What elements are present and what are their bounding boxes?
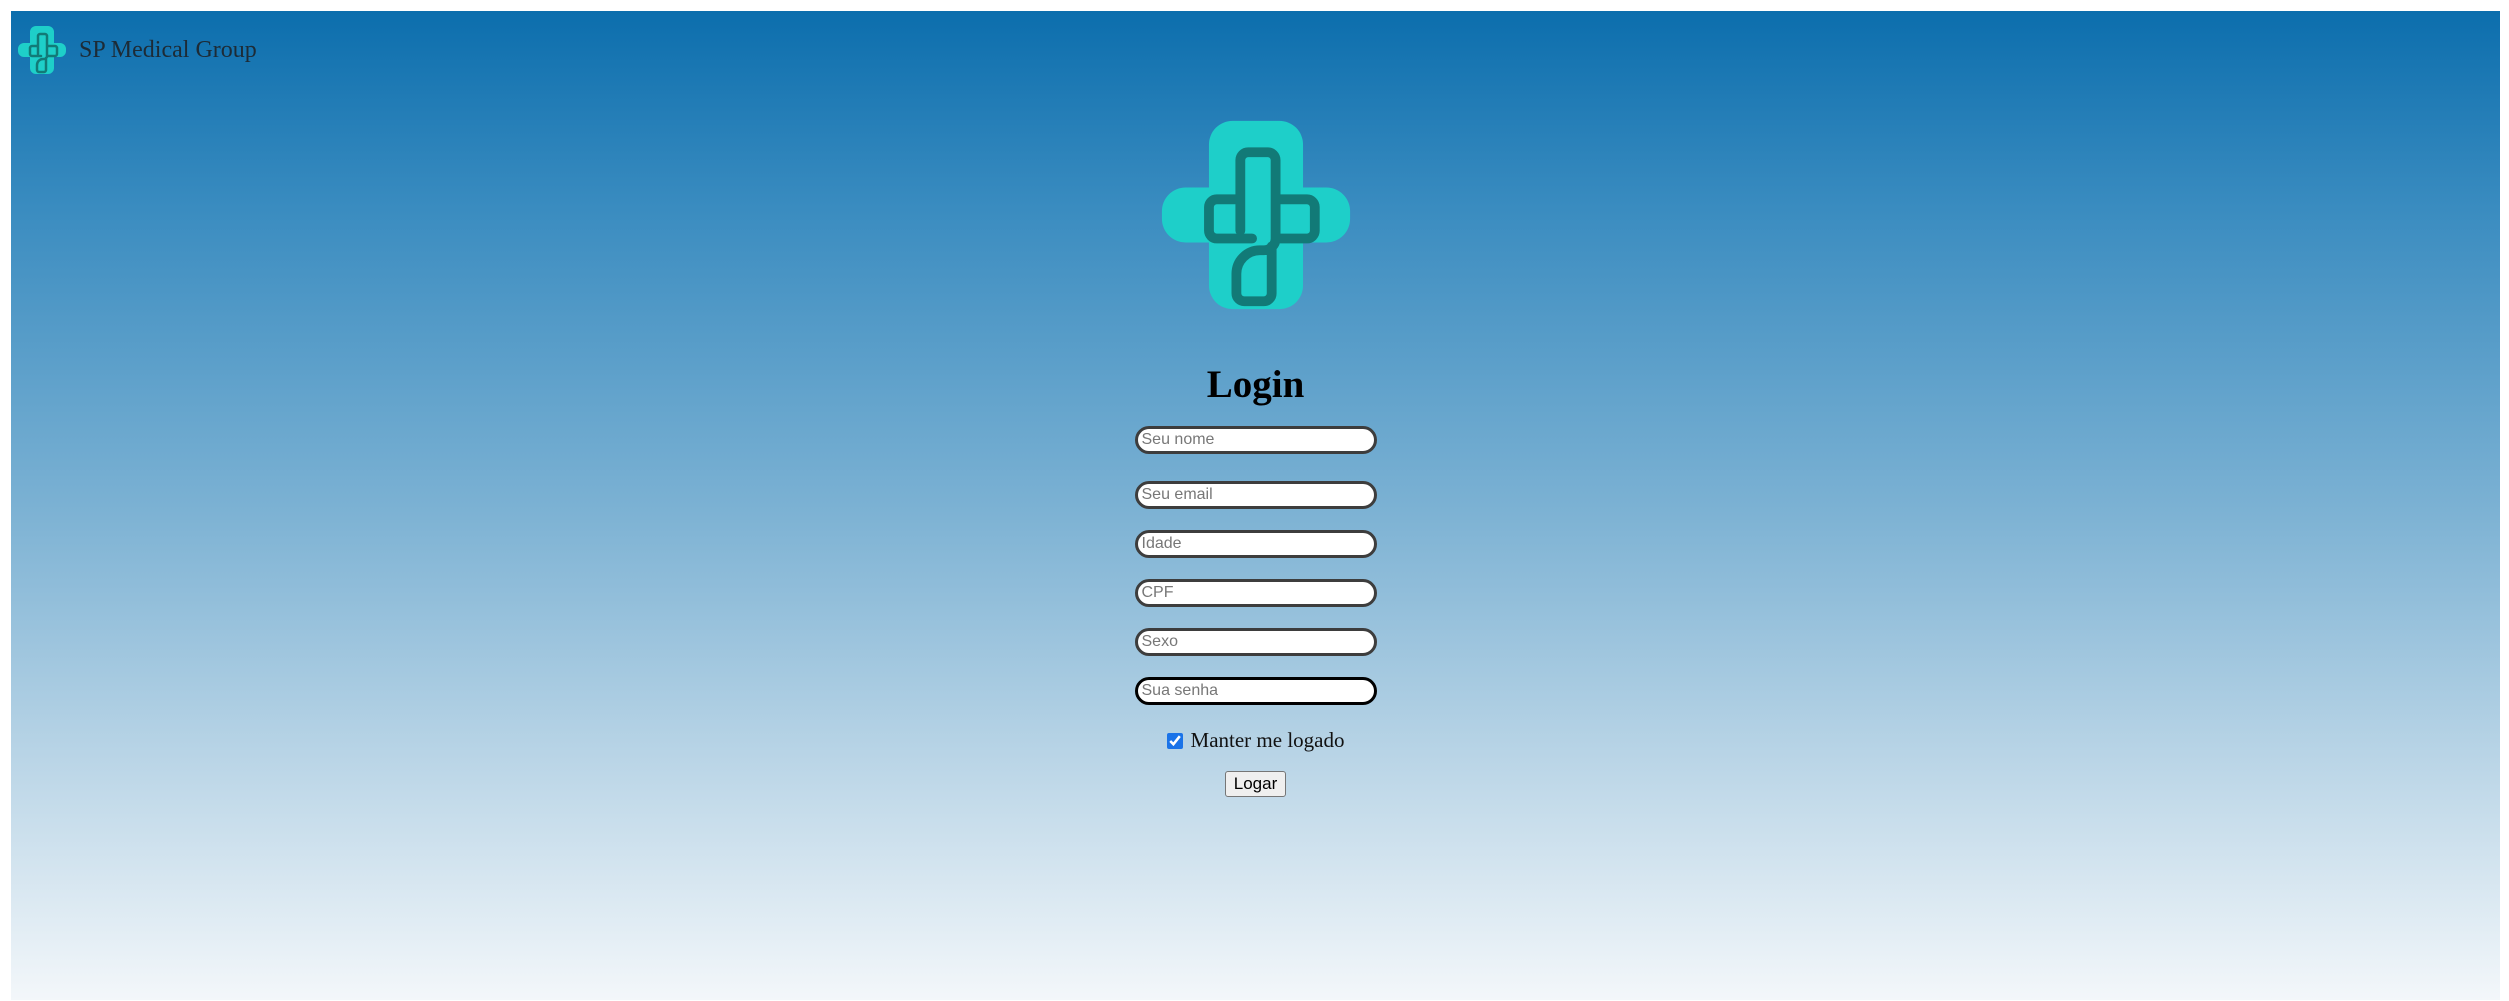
remember-checkbox[interactable] — [1166, 732, 1183, 749]
login-button[interactable]: Logar — [1224, 771, 1287, 797]
medical-cross-logo-icon — [1161, 120, 1350, 310]
password-field[interactable] — [1134, 677, 1377, 705]
remember-label: Manter me logado — [1190, 728, 1345, 752]
sex-field[interactable] — [1134, 628, 1377, 656]
login-title: Login — [1206, 363, 1305, 406]
name-field[interactable] — [1134, 426, 1377, 454]
login-page: SP Medical Group Login Manter me logado … — [11, 11, 2500, 1000]
email-field[interactable] — [1134, 481, 1377, 509]
login-form: Manter me logado Logar — [1134, 426, 1377, 797]
age-field[interactable] — [1134, 530, 1377, 558]
remember-me[interactable]: Manter me logado — [1166, 728, 1345, 753]
cpf-field[interactable] — [1134, 579, 1377, 607]
login-container: Login Manter me logado Logar — [11, 11, 2500, 797]
